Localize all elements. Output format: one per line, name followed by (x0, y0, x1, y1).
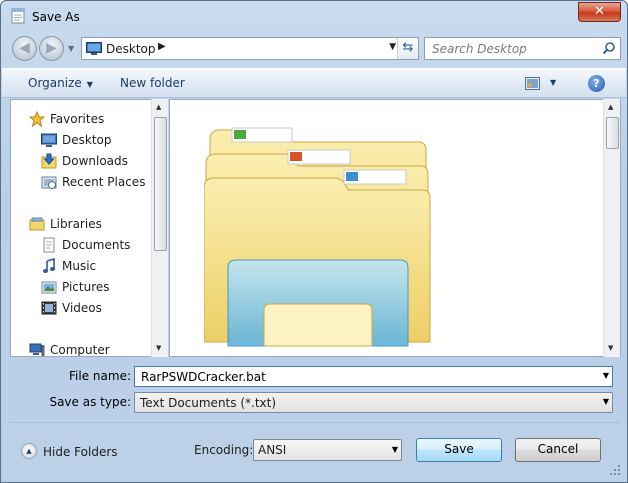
sidebar-item-computer[interactable]: Computer (29, 341, 168, 357)
sidebar-item-favorites[interactable]: Favorites (29, 110, 168, 128)
chevron-down-icon[interactable]: ▼ (603, 371, 609, 380)
address-dropdown-icon[interactable]: ▼ (389, 42, 396, 52)
cancel-button[interactable]: Cancel (515, 438, 601, 462)
encoding-label: Encoding: (194, 443, 254, 457)
address-crumb-desktop[interactable]: Desktop (106, 42, 156, 56)
refresh-icon: ⇆ (402, 40, 414, 55)
sidebar-item-label: Downloads (62, 154, 128, 168)
chevron-down-icon: ▼ (391, 445, 398, 454)
encoding-value: ANSI (258, 443, 287, 457)
file-list-scrollbar[interactable]: ▲ ▼ (603, 99, 620, 357)
scroll-down-icon[interactable]: ▼ (608, 344, 613, 352)
sidebar-item-label: Videos (62, 301, 102, 315)
help-icon: ? (593, 77, 600, 90)
scrollbar-thumb[interactable] (154, 117, 167, 251)
sidebar-item-label: Desktop (62, 133, 112, 147)
encoding-select[interactable]: ANSI ▼ (253, 439, 402, 461)
title-bar[interactable]: Save As ✕ (1, 1, 627, 31)
address-bar[interactable]: Desktop ▶ ▼ ⇆ (81, 37, 419, 60)
libraries-icon (29, 217, 45, 231)
change-view-icon[interactable] (525, 77, 540, 90)
sidebar-item-downloads[interactable]: Downloads (41, 152, 168, 170)
forward-arrow-icon: ▶ (46, 40, 57, 56)
filename-label: File name: (69, 369, 131, 383)
navigation-bar: ◀ ▶ ▼ Desktop ▶ ▼ ⇆ (9, 36, 621, 62)
sidebar-item-music[interactable]: Music (41, 257, 168, 275)
search-box[interactable] (424, 37, 621, 60)
window-title: Save As (32, 10, 80, 24)
back-arrow-icon: ◀ (19, 40, 30, 56)
help-button[interactable]: ? (588, 75, 605, 92)
sidebar-item-label: Music (62, 259, 97, 273)
navigation-pane: Favorites Desktop Downloads Recent Place… (10, 99, 168, 357)
scroll-up-icon[interactable]: ▲ (156, 103, 161, 111)
address-chevron-icon[interactable]: ▶ (158, 41, 166, 52)
empty-folder-illustration (204, 127, 431, 347)
computer-icon (29, 343, 45, 356)
sidebar-item-desktop[interactable]: Desktop (41, 131, 168, 149)
view-options-dropdown-icon[interactable]: ▼ (550, 78, 556, 87)
forward-button[interactable]: ▶ (39, 36, 64, 61)
filename-input[interactable] (139, 369, 579, 385)
sidebar-item-pictures[interactable]: Pictures (41, 278, 168, 296)
desktop-icon (41, 133, 57, 147)
back-button[interactable]: ◀ (12, 36, 37, 61)
music-icon (43, 258, 55, 273)
history-dropdown-icon[interactable]: ▼ (68, 44, 74, 53)
sidebar-item-label: Computer (50, 343, 110, 357)
new-folder-button[interactable]: New folder (120, 76, 185, 90)
sidebar-item-label: Recent Places (62, 175, 146, 189)
documents-icon (43, 237, 55, 253)
sidebar-item-documents[interactable]: Documents (41, 236, 168, 254)
organize-label: Organize (28, 76, 82, 90)
filename-field[interactable]: ▼ (134, 366, 613, 387)
desktop-icon (86, 42, 102, 55)
star-icon (29, 111, 45, 127)
search-input[interactable] (430, 41, 595, 57)
downloads-icon (41, 153, 57, 169)
notepad-icon (11, 8, 25, 24)
chevron-down-icon: ▼ (602, 397, 609, 406)
hide-folders-label: Hide Folders (43, 445, 118, 459)
scroll-down-icon[interactable]: ▼ (156, 344, 161, 352)
scrollbar-thumb[interactable] (606, 117, 619, 149)
sidebar-item-recent-places[interactable]: Recent Places (41, 173, 168, 191)
organize-button[interactable]: Organize ▼ (28, 76, 93, 90)
sidebar-item-label: Pictures (62, 280, 110, 294)
resize-grip-icon[interactable] (610, 465, 621, 476)
refresh-button[interactable]: ⇆ (397, 38, 418, 59)
sidebar-item-label: Documents (62, 238, 131, 252)
navigation-pane-scrollbar[interactable]: ▲ ▼ (151, 99, 168, 357)
pictures-icon (41, 281, 57, 294)
save-as-type-select[interactable]: Text Documents (*.txt) ▼ (134, 392, 613, 413)
sidebar-item-libraries[interactable]: Libraries (29, 215, 168, 233)
sidebar-item-label: Libraries (50, 217, 102, 231)
scroll-up-icon[interactable]: ▲ (608, 103, 613, 111)
save-as-type-value: Text Documents (*.txt) (140, 396, 277, 410)
sidebar-item-label: Favorites (50, 112, 105, 126)
divider (10, 422, 621, 423)
close-button[interactable]: ✕ (578, 2, 621, 22)
sidebar-item-videos[interactable]: Videos (41, 299, 168, 317)
videos-icon (41, 301, 57, 315)
save-button[interactable]: Save (416, 438, 502, 462)
recent-places-icon (41, 176, 57, 189)
command-toolbar: Organize ▼ New folder ▼ ? (2, 68, 626, 98)
file-list-area[interactable] (169, 99, 621, 357)
save-as-dialog: Save As ✕ ◀ ▶ ▼ Desktop ▶ ▼ ⇆ Search Des… (0, 0, 628, 483)
chevron-up-icon: ▲ (21, 443, 37, 459)
search-icon[interactable] (602, 41, 616, 55)
close-icon: ✕ (594, 4, 605, 19)
chevron-down-icon: ▼ (86, 80, 93, 89)
save-as-type-label: Save as type: (49, 395, 131, 409)
